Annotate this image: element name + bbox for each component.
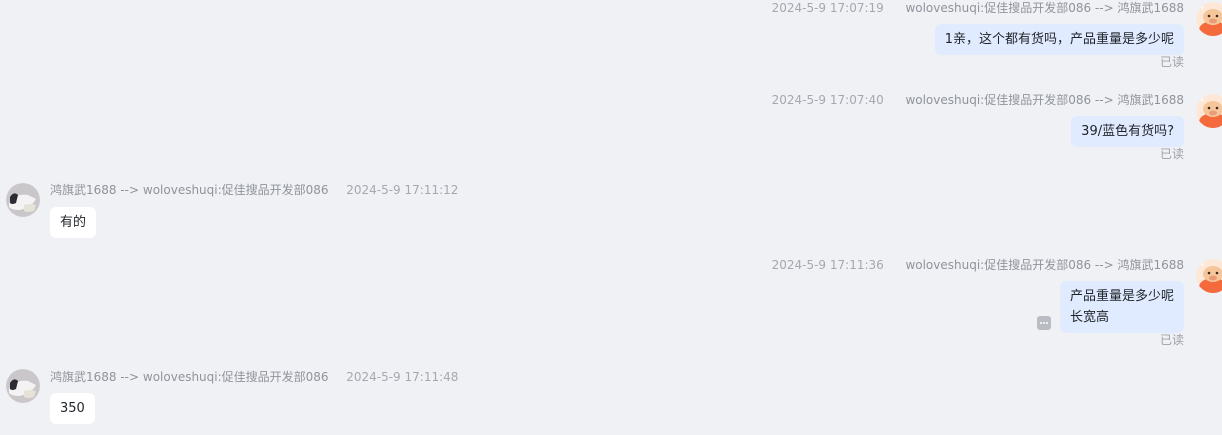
avatar-cow-icon[interactable] xyxy=(1196,259,1222,293)
message-text: 有的 xyxy=(60,215,87,230)
more-dots-icon[interactable] xyxy=(1037,316,1051,330)
message-bubble[interactable]: 1亲，这个都有货吗，产品重量是多少呢 xyxy=(934,24,1184,55)
message-sender: woloveshuqi:促佳搜品开发部086 --> 鸿旗武1688 xyxy=(905,258,1184,272)
message-bubble[interactable]: 350 xyxy=(50,393,95,424)
message-incoming: 鸿旗武1688 --> woloveshuqi:促佳搜品开发部086 2024-… xyxy=(0,182,1222,242)
message-text: 1亲，这个都有货吗，产品重量是多少呢 xyxy=(944,32,1174,47)
message-text: 产品重量是多少呢 xyxy=(1069,289,1174,304)
message-outgoing: 2024-5-9 17:07:19 woloveshuqi:促佳搜品开发部086… xyxy=(0,0,1222,75)
message-bubble[interactable]: 39/蓝色有货吗? xyxy=(1071,116,1184,147)
message-header: 鸿旗武1688 --> woloveshuqi:促佳搜品开发部086 2024-… xyxy=(50,369,458,385)
message-header: 2024-5-9 17:11:36 woloveshuqi:促佳搜品开发部086… xyxy=(772,257,1184,273)
message-text: 350 xyxy=(60,401,85,416)
message-header: 鸿旗武1688 --> woloveshuqi:促佳搜品开发部086 2024-… xyxy=(50,182,458,198)
read-status: 已读 xyxy=(1159,55,1184,69)
message-outgoing: 2024-5-9 17:11:36 woloveshuqi:促佳搜品开发部086… xyxy=(0,257,1222,352)
message-outgoing: 2024-5-9 17:07:40 woloveshuqi:促佳搜品开发部086… xyxy=(0,92,1222,167)
message-timestamp: 2024-5-9 17:07:40 xyxy=(771,93,884,107)
read-status: 已读 xyxy=(1159,333,1184,347)
avatar-cow-icon[interactable] xyxy=(1196,94,1222,128)
message-timestamp: 2024-5-9 17:11:36 xyxy=(771,258,884,272)
message-timestamp: 2024-5-9 17:07:19 xyxy=(771,1,884,15)
avatar-shoe-icon[interactable] xyxy=(6,369,40,403)
message-sender: 鸿旗武1688 --> woloveshuqi:促佳搜品开发部086 xyxy=(50,183,329,197)
message-header: 2024-5-9 17:07:40 woloveshuqi:促佳搜品开发部086… xyxy=(772,92,1184,108)
message-header: 2024-5-9 17:07:19 woloveshuqi:促佳搜品开发部086… xyxy=(772,0,1184,16)
message-timestamp: 2024-5-9 17:11:12 xyxy=(346,183,459,197)
message-timestamp: 2024-5-9 17:11:48 xyxy=(346,370,459,384)
message-sender: woloveshuqi:促佳搜品开发部086 --> 鸿旗武1688 xyxy=(905,1,1184,15)
message-incoming: 鸿旗武1688 --> woloveshuqi:促佳搜品开发部086 2024-… xyxy=(0,369,1222,429)
message-sender: 鸿旗武1688 --> woloveshuqi:促佳搜品开发部086 xyxy=(50,370,329,384)
message-sender: woloveshuqi:促佳搜品开发部086 --> 鸿旗武1688 xyxy=(905,93,1184,107)
avatar-shoe-icon[interactable] xyxy=(6,183,40,217)
message-bubble[interactable]: 有的 xyxy=(50,207,97,238)
message-text: 长宽高 xyxy=(1069,310,1109,325)
message-bubble[interactable]: 产品重量是多少呢 长宽高 xyxy=(1059,281,1184,333)
avatar-cow-icon[interactable] xyxy=(1196,2,1222,36)
read-status: 已读 xyxy=(1159,147,1184,161)
message-text: 39/蓝色有货吗? xyxy=(1081,124,1174,139)
